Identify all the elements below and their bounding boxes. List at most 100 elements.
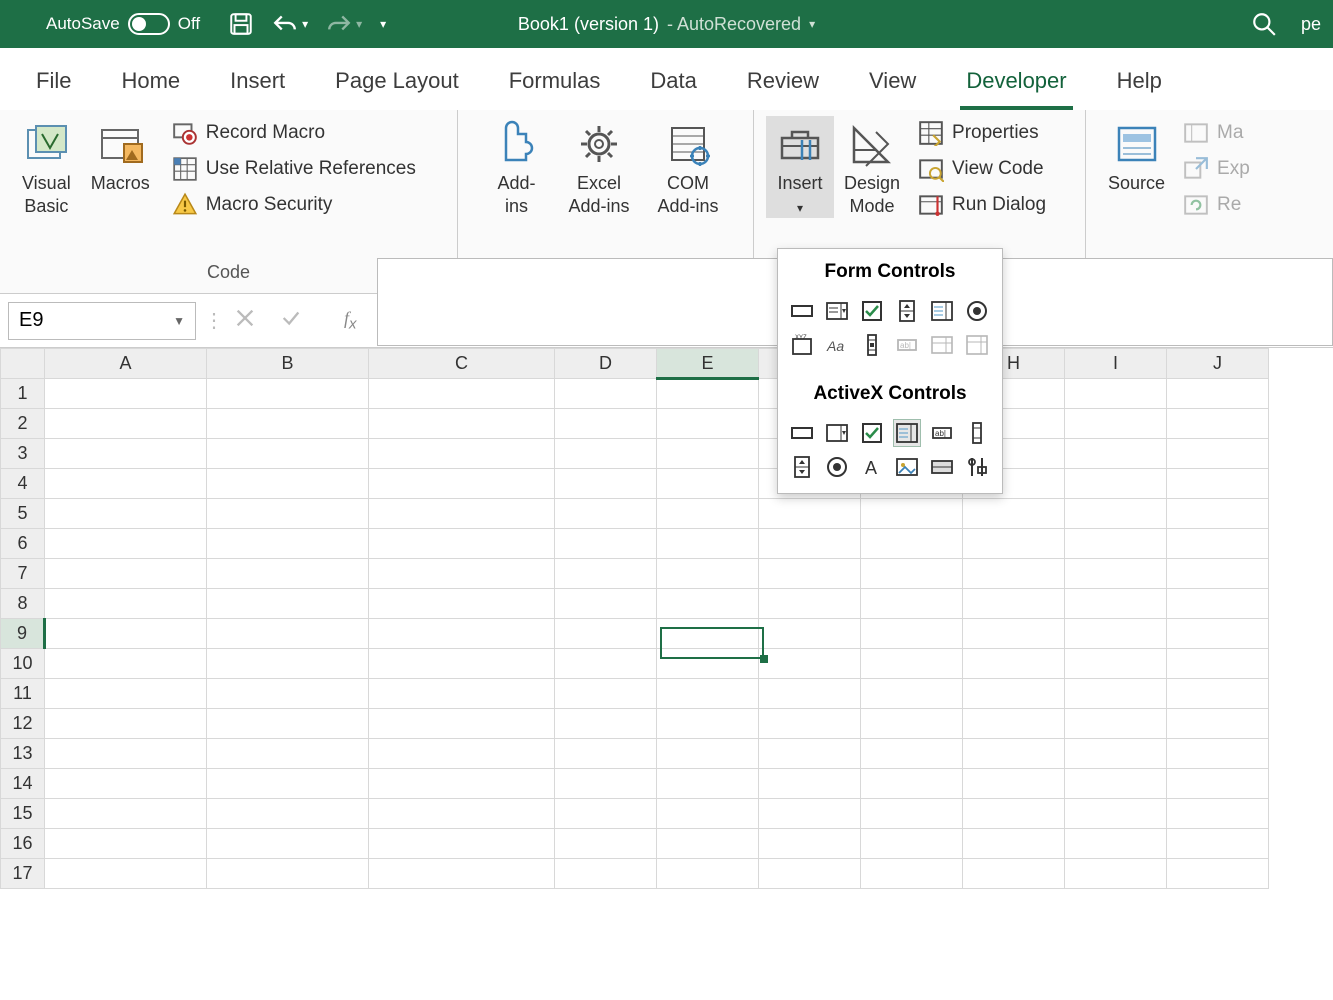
cell[interactable] bbox=[45, 499, 207, 529]
cell[interactable] bbox=[657, 739, 759, 769]
cell[interactable] bbox=[369, 829, 555, 859]
cell[interactable] bbox=[555, 529, 657, 559]
cell[interactable] bbox=[45, 529, 207, 559]
row-header-6[interactable]: 6 bbox=[1, 529, 45, 559]
cell[interactable] bbox=[861, 559, 963, 589]
row-header-2[interactable]: 2 bbox=[1, 409, 45, 439]
design-mode-button[interactable]: Design Mode bbox=[834, 116, 910, 218]
cell[interactable] bbox=[759, 769, 861, 799]
cell[interactable] bbox=[657, 679, 759, 709]
activex-image-control[interactable] bbox=[893, 453, 921, 481]
tab-file[interactable]: File bbox=[30, 62, 77, 110]
row-header-8[interactable]: 8 bbox=[1, 589, 45, 619]
cell[interactable] bbox=[207, 379, 369, 409]
cell[interactable] bbox=[963, 739, 1065, 769]
activex-list-box-control[interactable] bbox=[893, 419, 921, 447]
row-header-1[interactable]: 1 bbox=[1, 379, 45, 409]
activex-option-button-control[interactable] bbox=[823, 453, 851, 481]
toggle-switch-icon[interactable] bbox=[128, 13, 170, 35]
addins-button[interactable]: Add- ins bbox=[482, 116, 550, 217]
cell[interactable] bbox=[1167, 589, 1269, 619]
cell[interactable] bbox=[657, 529, 759, 559]
redo-button[interactable]: ▾ bbox=[326, 11, 362, 37]
cell[interactable] bbox=[555, 379, 657, 409]
tab-help[interactable]: Help bbox=[1111, 62, 1168, 110]
cell[interactable] bbox=[1167, 709, 1269, 739]
name-box[interactable]: E9 ▼ bbox=[8, 302, 196, 340]
cell[interactable] bbox=[555, 799, 657, 829]
col-header-A[interactable]: A bbox=[45, 349, 207, 379]
row-header-13[interactable]: 13 bbox=[1, 739, 45, 769]
cell[interactable] bbox=[657, 439, 759, 469]
cell[interactable] bbox=[861, 799, 963, 829]
search-button[interactable] bbox=[1251, 11, 1277, 37]
cell[interactable] bbox=[207, 499, 369, 529]
cell[interactable] bbox=[45, 739, 207, 769]
tab-review[interactable]: Review bbox=[741, 62, 825, 110]
cell[interactable] bbox=[1167, 379, 1269, 409]
cell[interactable] bbox=[1065, 769, 1167, 799]
cell[interactable] bbox=[45, 709, 207, 739]
cell[interactable] bbox=[45, 379, 207, 409]
cell[interactable] bbox=[207, 829, 369, 859]
expansion-packs-button[interactable]: Exp bbox=[1183, 156, 1250, 182]
cell[interactable] bbox=[861, 589, 963, 619]
cell[interactable] bbox=[207, 439, 369, 469]
form-checkbox-control[interactable] bbox=[858, 297, 886, 325]
macros-button[interactable]: Macros bbox=[81, 116, 160, 218]
row-header-14[interactable]: 14 bbox=[1, 769, 45, 799]
cell[interactable] bbox=[369, 409, 555, 439]
cell[interactable] bbox=[45, 769, 207, 799]
cell[interactable] bbox=[207, 619, 369, 649]
row-header-9[interactable]: 9 bbox=[1, 619, 45, 649]
document-title[interactable]: Book1 (version 1) - AutoRecovered ▾ bbox=[518, 14, 815, 35]
cell[interactable] bbox=[759, 619, 861, 649]
cell[interactable] bbox=[861, 769, 963, 799]
use-relative-references-button[interactable]: Use Relative References bbox=[172, 156, 416, 182]
cell[interactable] bbox=[759, 559, 861, 589]
cell[interactable] bbox=[657, 379, 759, 409]
tab-developer[interactable]: Developer bbox=[960, 62, 1072, 110]
cell[interactable] bbox=[963, 589, 1065, 619]
col-header-E[interactable]: E bbox=[657, 349, 759, 379]
form-label-control[interactable]: Aa bbox=[823, 331, 851, 359]
cell[interactable] bbox=[369, 739, 555, 769]
cell[interactable] bbox=[657, 499, 759, 529]
cell[interactable] bbox=[555, 649, 657, 679]
cell[interactable] bbox=[963, 859, 1065, 889]
cell[interactable] bbox=[1167, 529, 1269, 559]
cell[interactable] bbox=[657, 799, 759, 829]
select-all-button[interactable] bbox=[1, 349, 45, 379]
cell[interactable] bbox=[861, 619, 963, 649]
cell[interactable] bbox=[45, 829, 207, 859]
cell[interactable] bbox=[861, 529, 963, 559]
cell[interactable] bbox=[1167, 859, 1269, 889]
com-addins-button[interactable]: COM Add-ins bbox=[648, 116, 729, 217]
cell[interactable] bbox=[555, 469, 657, 499]
cell[interactable] bbox=[963, 829, 1065, 859]
cell[interactable] bbox=[207, 649, 369, 679]
cell[interactable] bbox=[45, 859, 207, 889]
activex-command-button-control[interactable] bbox=[788, 419, 816, 447]
form-list-box-control[interactable] bbox=[928, 297, 956, 325]
cell[interactable] bbox=[1065, 559, 1167, 589]
cell[interactable] bbox=[1065, 739, 1167, 769]
cell[interactable] bbox=[657, 769, 759, 799]
cell[interactable] bbox=[1167, 559, 1269, 589]
cell[interactable] bbox=[45, 619, 207, 649]
insert-controls-button[interactable]: Insert▾ bbox=[766, 116, 834, 218]
col-header-C[interactable]: C bbox=[369, 349, 555, 379]
cell[interactable] bbox=[555, 559, 657, 589]
cell[interactable] bbox=[45, 679, 207, 709]
activex-spin-button-control[interactable] bbox=[788, 453, 816, 481]
cell[interactable] bbox=[1065, 709, 1167, 739]
chevron-down-icon[interactable]: ▼ bbox=[173, 314, 185, 328]
insert-function-button[interactable]: fx bbox=[344, 308, 357, 333]
col-header-B[interactable]: B bbox=[207, 349, 369, 379]
cell[interactable] bbox=[555, 739, 657, 769]
cell[interactable] bbox=[207, 589, 369, 619]
cell[interactable] bbox=[555, 619, 657, 649]
cell[interactable] bbox=[1065, 619, 1167, 649]
cell[interactable] bbox=[369, 649, 555, 679]
activex-more-controls-button[interactable] bbox=[963, 453, 991, 481]
